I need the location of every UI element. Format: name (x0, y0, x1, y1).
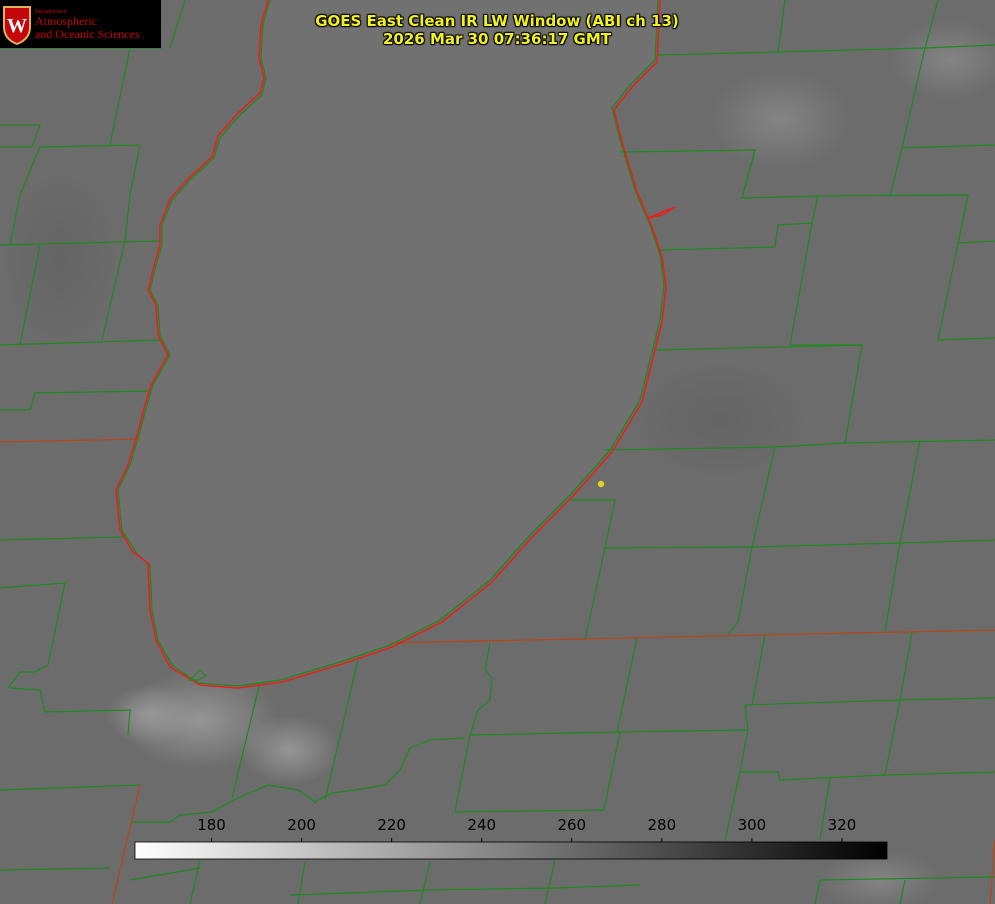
colorbar-tick-label-320: 320 (828, 816, 857, 834)
image-title: GOES East Clean IR LW Window (ABI ch 13)… (297, 12, 697, 48)
colorbar-tick-label-200: 200 (287, 816, 316, 834)
title-product: GOES East Clean IR LW Window (ABI ch 13) (315, 12, 679, 30)
colorbar-tick-label-280: 280 (648, 816, 677, 834)
map-canvas: 180 200 220 240 260 280 300 320 (0, 0, 995, 904)
colorbar-tick-label-260: 260 (557, 816, 586, 834)
satellite-map: 180 200 220 240 260 280 300 320 W Department of… (0, 0, 995, 904)
colorbar-tick-label-220: 220 (377, 816, 406, 834)
svg-text:W: W (7, 15, 27, 37)
colorbar-gradient (134, 841, 888, 860)
uw-crest-icon: W (3, 6, 31, 45)
colorbar-tick-label-180: 180 (197, 816, 226, 834)
title-timestamp: 2026 Mar 30 07:36:17 GMT (382, 30, 612, 48)
station-dot-icon (597, 480, 605, 488)
uw-aos-logo[interactable]: W Department of Atmospheric and Oceanic … (0, 0, 161, 48)
logo-line-1: Atmospheric (35, 14, 97, 28)
colorbar-tick-label-300: 300 (738, 816, 767, 834)
logo-line-2: and Oceanic Sciences (35, 27, 140, 41)
colorbar-tick-label-240: 240 (467, 816, 496, 834)
